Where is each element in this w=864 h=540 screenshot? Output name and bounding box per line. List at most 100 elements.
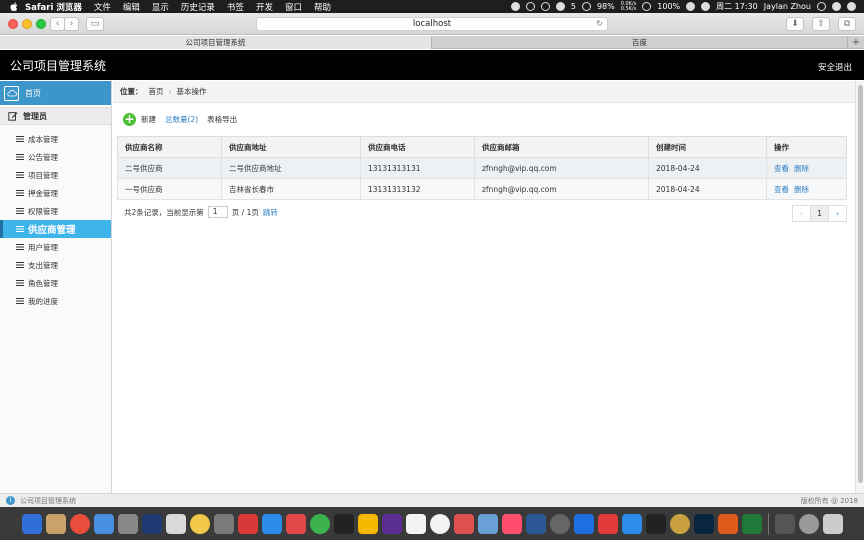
sidebar-item-role[interactable]: 角色管理 [0, 274, 111, 292]
menu-safari[interactable]: Safari 浏览器 [25, 1, 82, 13]
dock-app-icon[interactable] [798, 513, 819, 534]
dock-app-icon[interactable] [357, 513, 378, 534]
cpu-icon[interactable] [581, 2, 591, 11]
spotlight-icon[interactable] [817, 2, 826, 11]
siri-icon[interactable] [832, 2, 841, 11]
menu-window[interactable]: 窗口 [285, 1, 302, 13]
clock[interactable]: 周二 17:30 [716, 1, 758, 12]
total-count-link[interactable]: 总数量(2) [165, 114, 198, 125]
forward-button[interactable]: › [64, 17, 79, 31]
tab-baidu[interactable]: 百度 [432, 36, 848, 49]
dock-app-icon[interactable] [477, 513, 498, 534]
record-icon[interactable] [510, 2, 520, 11]
dock-app-icon[interactable] [93, 513, 114, 534]
dock-app-icon[interactable] [45, 513, 66, 534]
dock-app-icon[interactable] [309, 513, 330, 534]
downloads-button[interactable]: ⬇ [786, 17, 804, 31]
sidebar-section-admin[interactable]: 管理员 [0, 107, 111, 125]
wifi-icon[interactable] [642, 2, 652, 11]
add-icon[interactable]: + [123, 112, 136, 126]
dock-app-icon[interactable] [822, 513, 843, 534]
sidebar-toggle-button[interactable]: ▭ [86, 17, 104, 31]
dock-app-icon[interactable] [717, 513, 738, 534]
new-button[interactable]: 新建 [141, 114, 156, 125]
wechat-icon[interactable] [525, 2, 535, 11]
menu-edit[interactable]: 编辑 [123, 1, 140, 13]
menu-view[interactable]: 显示 [152, 1, 169, 13]
sidebar-item-deposit[interactable]: 押金管理 [0, 184, 111, 202]
scrollbar-thumb[interactable] [858, 85, 863, 483]
export-button[interactable]: 表格导出 [207, 114, 237, 125]
breadcrumb-home[interactable]: 首页 [149, 86, 164, 97]
page-number-button[interactable]: 1 [810, 205, 829, 222]
sidebar-item-supplier[interactable]: 供应商管理 [0, 220, 111, 238]
sidebar-item-user[interactable]: 用户管理 [0, 238, 111, 256]
address-bar[interactable]: localhost ↻ [256, 17, 608, 31]
dock-app-icon[interactable] [333, 513, 354, 534]
reload-icon[interactable]: ↻ [596, 18, 603, 30]
menu-bookmarks[interactable]: 书签 [227, 1, 244, 13]
dock-app-icon[interactable] [597, 513, 618, 534]
dock-app-icon[interactable] [405, 513, 426, 534]
vertical-scrollbar[interactable] [855, 81, 864, 493]
apple-icon[interactable] [9, 2, 19, 12]
sidebar-item-expense[interactable]: 支出管理 [0, 256, 111, 274]
dock-app-icon[interactable] [69, 513, 90, 534]
dock-app-icon[interactable] [189, 513, 210, 534]
dock-app-icon[interactable] [525, 513, 546, 534]
sidebar-item-permission[interactable]: 权限管理 [0, 202, 111, 220]
dock-app-icon[interactable] [645, 513, 666, 534]
dock-app-icon[interactable] [693, 513, 714, 534]
menu-file[interactable]: 文件 [94, 1, 111, 13]
battery-icon[interactable] [686, 2, 696, 11]
notification-center-icon[interactable] [847, 2, 856, 11]
sidebar-home[interactable]: 首页 [0, 81, 111, 105]
dock-app-icon[interactable] [549, 513, 570, 534]
dock-app-icon[interactable] [117, 513, 138, 534]
dock-app-icon[interactable] [621, 513, 642, 534]
dock-app-icon[interactable] [774, 513, 795, 534]
sidebar-item-project[interactable]: 项目管理 [0, 166, 111, 184]
menu-develop[interactable]: 开发 [256, 1, 273, 13]
dock-app-icon[interactable] [501, 513, 522, 534]
logout-link[interactable]: 安全退出 [818, 61, 852, 73]
dock-app-icon[interactable] [669, 513, 690, 534]
dock-app-icon[interactable] [573, 513, 594, 534]
user-name[interactable]: Jaylan Zhou [764, 2, 811, 11]
sidebar-item-notice[interactable]: 公告管理 [0, 148, 111, 166]
jump-link[interactable]: 跳转 [263, 207, 278, 218]
prev-page-button[interactable]: ‹ [792, 205, 811, 222]
delete-link[interactable]: 删除 [794, 185, 809, 194]
view-link[interactable]: 查看 [774, 164, 789, 173]
sidebar-item-progress[interactable]: 我的进度 [0, 292, 111, 310]
fullscreen-window-button[interactable] [36, 19, 46, 29]
next-page-button[interactable]: › [828, 205, 847, 222]
tabs-overview-button[interactable]: ⧉ [838, 17, 856, 31]
sidebar-item-cost[interactable]: 成本管理 [0, 130, 111, 148]
dock-app-icon[interactable] [141, 513, 162, 534]
dock-app-icon[interactable] [741, 513, 762, 534]
dock-app-icon[interactable] [213, 513, 234, 534]
dock-app-icon[interactable] [261, 513, 282, 534]
delete-link[interactable]: 删除 [794, 164, 809, 173]
menu-history[interactable]: 历史记录 [181, 1, 215, 13]
dock-app-icon[interactable] [21, 513, 42, 534]
dock-app-icon[interactable] [285, 513, 306, 534]
dock-app-icon[interactable] [453, 513, 474, 534]
new-tab-button[interactable]: + [848, 36, 864, 49]
tab-project-system[interactable]: 公司项目管理系统 [0, 36, 432, 49]
page-input[interactable]: 1 [207, 206, 228, 218]
view-link[interactable]: 查看 [774, 185, 789, 194]
dock-app-icon[interactable] [237, 513, 258, 534]
notification-icon[interactable] [555, 2, 565, 11]
bluetooth-icon[interactable] [540, 2, 550, 11]
share-button[interactable]: ⇪ [812, 17, 830, 31]
menu-help[interactable]: 帮助 [314, 1, 331, 13]
back-button[interactable]: ‹ [50, 17, 65, 31]
dock-app-icon[interactable] [165, 513, 186, 534]
dock-app-icon[interactable] [429, 513, 450, 534]
app-icon[interactable] [701, 2, 711, 11]
dock-app-icon[interactable] [381, 513, 402, 534]
close-window-button[interactable] [8, 19, 18, 29]
minimize-window-button[interactable] [22, 19, 32, 29]
